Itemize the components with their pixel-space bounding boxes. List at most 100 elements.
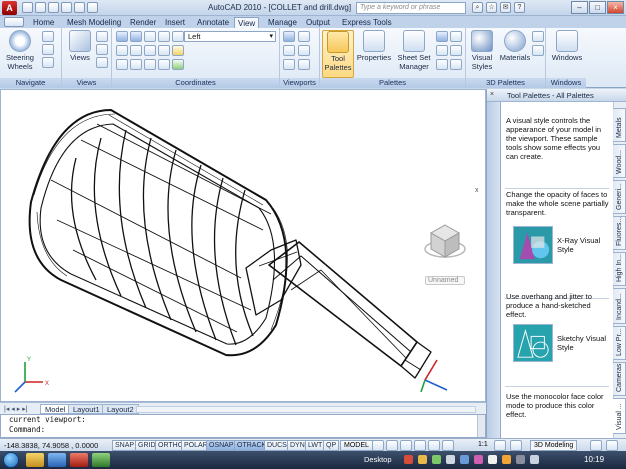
command-scrollbar[interactable] bbox=[477, 415, 485, 437]
lights-icon[interactable] bbox=[532, 31, 544, 42]
save-icon[interactable] bbox=[48, 2, 59, 13]
views-button[interactable]: Views bbox=[66, 30, 94, 62]
ucs-object-icon[interactable] bbox=[172, 31, 184, 42]
tab-annotate[interactable]: Annotate bbox=[194, 17, 232, 28]
tray-icon[interactable] bbox=[502, 455, 511, 464]
palette-tab-cameras[interactable]: Cameras bbox=[613, 362, 626, 396]
tab-render[interactable]: Render bbox=[127, 17, 159, 28]
markup-icon[interactable] bbox=[450, 31, 462, 42]
viewport-polygon-icon[interactable] bbox=[298, 59, 310, 70]
workspace-switch[interactable]: 3D Modeling bbox=[530, 440, 578, 451]
tab-model[interactable]: Model bbox=[40, 404, 71, 414]
palette-tab-woods[interactable]: Wood... bbox=[613, 144, 626, 178]
palette-close-icon[interactable]: × bbox=[490, 91, 494, 98]
ucs-3point-icon[interactable] bbox=[158, 45, 170, 56]
palette-tab-visual-styles[interactable]: Visual ... bbox=[613, 398, 626, 434]
viewport-clip-icon[interactable] bbox=[298, 31, 310, 42]
qp-toggle[interactable]: QP bbox=[323, 440, 340, 451]
palette-tab-fluorescent[interactable]: Fluores... bbox=[613, 216, 626, 250]
ucs-origin-icon[interactable] bbox=[130, 45, 142, 56]
quick-view-drawings-icon[interactable] bbox=[386, 440, 398, 451]
annotation-scale[interactable]: 1:1 bbox=[478, 441, 488, 448]
tab-layout2[interactable]: Layout2 bbox=[102, 404, 139, 414]
ucs-z-icon[interactable] bbox=[130, 59, 142, 70]
viewport-new-icon[interactable] bbox=[298, 45, 310, 56]
render-settings-icon[interactable] bbox=[532, 45, 544, 56]
visual-styles-button[interactable]: Visual Styles bbox=[468, 30, 496, 71]
zoom-status-icon[interactable] bbox=[414, 440, 426, 451]
clean-screen-icon[interactable] bbox=[606, 440, 618, 451]
quickcalc-icon[interactable] bbox=[450, 45, 462, 56]
design-center-icon[interactable] bbox=[436, 31, 448, 42]
ducs-toggle[interactable]: DUCS bbox=[264, 440, 290, 451]
tray-icon[interactable] bbox=[446, 455, 455, 464]
close-icon[interactable]: × bbox=[607, 1, 624, 14]
annotation-visibility-icon[interactable] bbox=[494, 440, 506, 451]
viewport-join-icon[interactable] bbox=[283, 59, 295, 70]
view-top-icon[interactable] bbox=[96, 31, 108, 42]
steering-wheels-button[interactable]: Steering Wheels bbox=[4, 30, 36, 71]
auto-scale-icon[interactable] bbox=[510, 440, 522, 451]
snap-toggle[interactable]: SNAP bbox=[112, 440, 138, 451]
ucs-zaxis-icon[interactable] bbox=[144, 45, 156, 56]
materials-button[interactable]: Materials bbox=[498, 30, 532, 62]
showmotion-icon[interactable] bbox=[442, 440, 454, 451]
tab-manage[interactable]: Manage bbox=[265, 17, 300, 28]
model-space-button[interactable]: MODEL bbox=[340, 440, 373, 451]
maximize-icon[interactable]: □ bbox=[589, 1, 606, 14]
zoom-icon[interactable] bbox=[42, 44, 54, 55]
explorer-icon[interactable] bbox=[26, 453, 44, 467]
drawing-viewport[interactable]: X Y Unnamed x bbox=[0, 89, 486, 402]
subscription-icon[interactable]: ☆ bbox=[486, 2, 497, 13]
taskbar-clock[interactable]: 10:19 bbox=[584, 455, 604, 464]
ucs-previous-icon[interactable] bbox=[144, 31, 156, 42]
pan-status-icon[interactable] bbox=[400, 440, 412, 451]
command-line-icon[interactable] bbox=[436, 45, 448, 56]
command-line[interactable]: current viewport: Command: bbox=[0, 414, 486, 438]
palette-tab-low-pressure[interactable]: Low Pr... bbox=[613, 326, 626, 360]
layout-nav-arrows[interactable]: |◂ ◂ ▸ ▸| bbox=[4, 405, 28, 413]
volume-icon[interactable] bbox=[530, 455, 539, 464]
viewport-named-icon[interactable] bbox=[283, 45, 295, 56]
command-prompt[interactable]: Command: bbox=[1, 425, 485, 435]
ucs-icon-properties-icon[interactable] bbox=[158, 59, 170, 70]
palette-title-strip[interactable] bbox=[487, 89, 501, 438]
pan-icon[interactable] bbox=[42, 31, 54, 42]
tab-home[interactable]: Home bbox=[30, 17, 57, 28]
tab-view[interactable]: View bbox=[234, 17, 260, 28]
ucs-y-icon[interactable] bbox=[116, 59, 128, 70]
desktop-toolbar[interactable]: Desktop bbox=[364, 455, 392, 464]
palette-tab-high-intensity[interactable]: High In... bbox=[613, 252, 626, 286]
help-icon[interactable]: ? bbox=[514, 2, 525, 13]
properties-button[interactable]: Properties bbox=[356, 30, 392, 62]
media-icon[interactable] bbox=[92, 453, 110, 467]
view-front-icon[interactable] bbox=[96, 44, 108, 55]
open-icon[interactable] bbox=[35, 2, 46, 13]
tray-icon[interactable] bbox=[432, 455, 441, 464]
tab-mesh-modeling[interactable]: Mesh Modeling bbox=[64, 17, 124, 28]
tab-express-tools[interactable]: Express Tools bbox=[339, 17, 395, 28]
minimize-icon[interactable]: – bbox=[571, 1, 588, 14]
ucs-view-icon[interactable] bbox=[116, 45, 128, 56]
viewport-close-icon[interactable]: x bbox=[475, 187, 479, 194]
ucs-view-select[interactable]: Left bbox=[184, 31, 276, 42]
ucs-dropdown[interactable]: Unnamed bbox=[425, 276, 465, 285]
orbit-icon[interactable] bbox=[42, 57, 54, 68]
ucs-world-icon[interactable] bbox=[130, 31, 142, 42]
ucs-face-icon[interactable] bbox=[158, 31, 170, 42]
network-icon[interactable] bbox=[516, 455, 525, 464]
palette-tab-incandescent[interactable]: Incand... bbox=[613, 288, 626, 324]
ucs-apply-icon[interactable] bbox=[172, 59, 184, 70]
tray-icon[interactable] bbox=[460, 455, 469, 464]
tab-output[interactable]: Output bbox=[303, 17, 333, 28]
view-iso-icon[interactable] bbox=[96, 57, 108, 68]
new-icon[interactable] bbox=[22, 2, 33, 13]
palette-tab-generic[interactable]: Generi... bbox=[613, 180, 626, 214]
tray-icon[interactable] bbox=[404, 455, 413, 464]
palette-tab-metals[interactable]: Metals bbox=[613, 108, 626, 142]
tool-palettes-button[interactable]: Tool Palettes bbox=[322, 30, 354, 78]
application-menu-button[interactable]: A bbox=[2, 1, 17, 15]
toolbar-lock-icon[interactable] bbox=[590, 440, 602, 451]
redo-icon[interactable] bbox=[74, 2, 85, 13]
undo-icon[interactable] bbox=[61, 2, 72, 13]
